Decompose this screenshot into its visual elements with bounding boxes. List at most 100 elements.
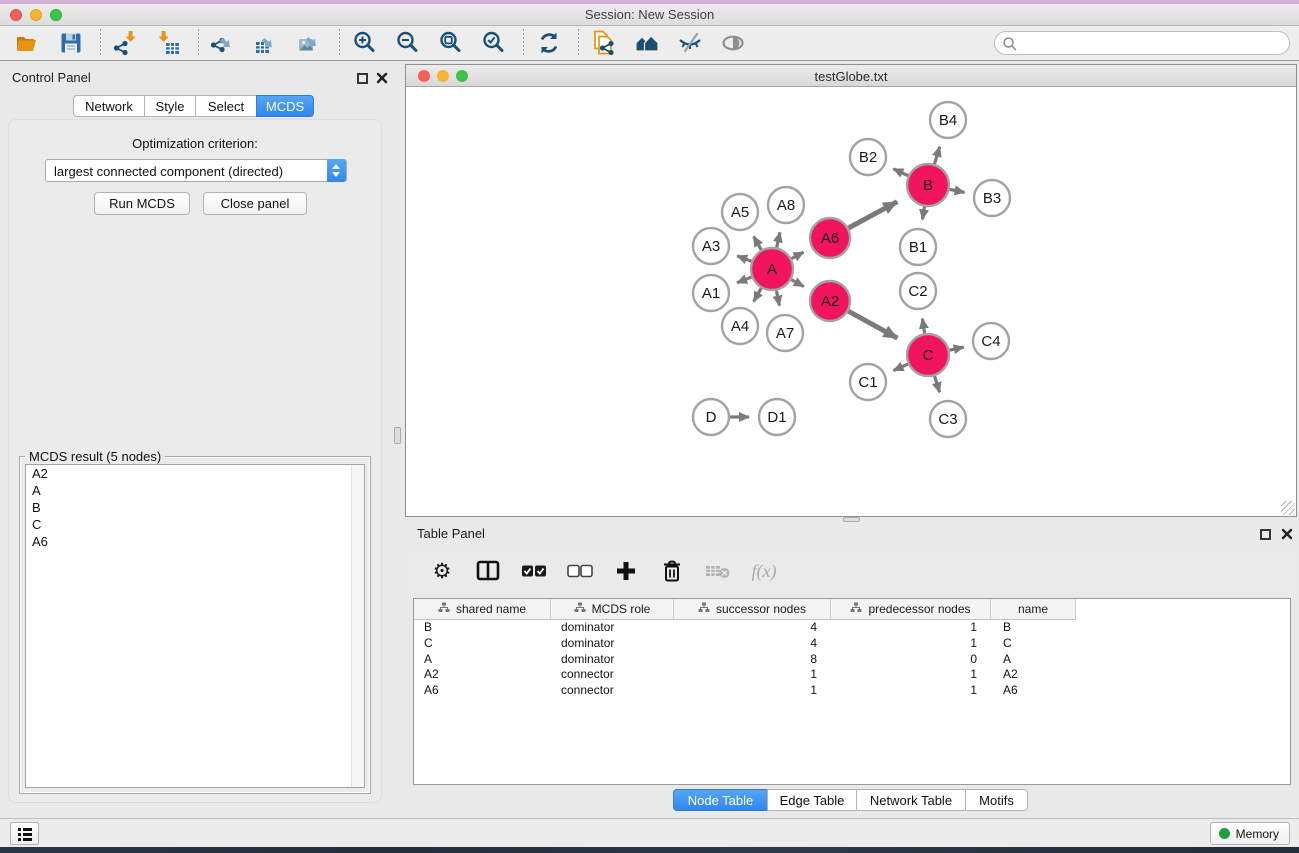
graph-node-A4[interactable]: A4: [722, 308, 758, 344]
graph-node-B[interactable]: B: [907, 164, 949, 206]
table-cell[interactable]: 4: [674, 620, 831, 636]
table-cell[interactable]: connector: [551, 667, 674, 683]
table-row[interactable]: A6connector11A6: [414, 683, 1290, 699]
import-table-icon[interactable]: [153, 28, 185, 58]
search-input[interactable]: [1021, 33, 1281, 53]
tab-mcds[interactable]: MCDS: [256, 95, 314, 117]
table-cell[interactable]: 1: [831, 636, 991, 652]
search-field[interactable]: [994, 31, 1290, 55]
tab-network-table[interactable]: Network Table: [856, 789, 966, 811]
table-cell[interactable]: A2: [991, 667, 1076, 683]
zoom-out-icon[interactable]: [392, 28, 424, 58]
edge-A-A7[interactable]: [776, 291, 779, 306]
edge-C-C4[interactable]: [949, 347, 963, 350]
edge-A-A4[interactable]: [754, 288, 762, 301]
run-mcds-button[interactable]: Run MCDS: [94, 192, 190, 215]
tab-node-table[interactable]: Node Table: [673, 789, 768, 811]
column-header-MCDS-role[interactable]: MCDS role: [551, 599, 674, 620]
table-panel-close-icon[interactable]: [1281, 528, 1293, 540]
table-cell[interactable]: A6: [414, 683, 551, 699]
table-panel-float-icon[interactable]: [1260, 529, 1271, 540]
graph-node-C1[interactable]: C1: [850, 364, 886, 400]
table-cell[interactable]: 1: [831, 683, 991, 699]
edge-B-B2[interactable]: [893, 169, 908, 176]
table-cell[interactable]: connector: [551, 683, 674, 699]
gear-icon[interactable]: ⚙: [427, 557, 457, 585]
table-cell[interactable]: 1: [831, 667, 991, 683]
window-resize-grip[interactable]: [1281, 501, 1295, 515]
table-row[interactable]: Cdominator41C: [414, 636, 1290, 652]
split-view-icon[interactable]: [473, 557, 503, 585]
graph-node-A8[interactable]: A8: [768, 187, 804, 223]
table-cell[interactable]: dominator: [551, 620, 674, 636]
column-header-shared-name[interactable]: shared name: [414, 599, 551, 620]
edge-A-A6[interactable]: [791, 252, 803, 258]
table-cell[interactable]: dominator: [551, 636, 674, 652]
show-eye-icon[interactable]: [717, 28, 749, 58]
select-all-icon[interactable]: [519, 557, 549, 585]
result-list-item[interactable]: B: [26, 499, 364, 516]
graph-node-A5[interactable]: A5: [722, 194, 758, 230]
edge-B-B1[interactable]: [922, 207, 924, 220]
control-panel-float-icon[interactable]: [357, 73, 368, 84]
graph-node-B3[interactable]: B3: [974, 180, 1010, 216]
zoom-in-icon[interactable]: [349, 28, 381, 58]
table-row[interactable]: A2connector11A2: [414, 667, 1290, 683]
graph-node-C[interactable]: C: [907, 334, 949, 376]
column-header-successor-nodes[interactable]: successor nodes: [674, 599, 831, 620]
table-cell[interactable]: B: [991, 620, 1076, 636]
edge-A-A3[interactable]: [737, 256, 751, 261]
edge-B-B3[interactable]: [950, 189, 965, 192]
column-header-predecessor-nodes[interactable]: predecessor nodes: [831, 599, 991, 620]
table-cell[interactable]: A: [991, 652, 1076, 668]
zoom-selected-icon[interactable]: [478, 28, 510, 58]
graph-node-C3[interactable]: C3: [930, 401, 966, 437]
edge-C-C1[interactable]: [894, 364, 908, 370]
edge-C-C2[interactable]: [922, 319, 924, 334]
table-cell[interactable]: dominator: [551, 652, 674, 668]
graph-node-B4[interactable]: B4: [930, 102, 966, 138]
memory-button[interactable]: Memory: [1210, 822, 1290, 845]
import-network-icon[interactable]: [110, 28, 142, 58]
graph-node-D1[interactable]: D1: [759, 399, 795, 435]
network-canvas[interactable]: B4B2BB3A5A8A6A3B1AA1C2A2A4A7CC4C1C3DD1: [406, 87, 1296, 516]
graph-node-A[interactable]: A: [751, 248, 793, 290]
tab-style[interactable]: Style: [144, 95, 196, 117]
result-list-item[interactable]: A: [26, 482, 364, 499]
export-network-icon[interactable]: [208, 28, 240, 58]
result-scrollbar[interactable]: [351, 465, 364, 787]
graph-node-A7[interactable]: A7: [767, 315, 803, 351]
edge-C-C3[interactable]: [935, 376, 940, 392]
graph-node-C2[interactable]: C2: [900, 273, 936, 309]
export-image-icon[interactable]: [294, 28, 326, 58]
tab-network[interactable]: Network: [73, 95, 145, 117]
graph-node-B1[interactable]: B1: [900, 229, 936, 265]
open-file-icon[interactable]: [12, 28, 44, 58]
graph-node-A2[interactable]: A2: [810, 281, 850, 321]
table-cell[interactable]: C: [991, 636, 1076, 652]
save-session-icon[interactable]: [55, 28, 87, 58]
hide-selected-icon[interactable]: [674, 28, 706, 58]
table-cell[interactable]: A: [414, 652, 551, 668]
edge-B-B4[interactable]: [934, 147, 939, 164]
graph-node-B2[interactable]: B2: [850, 139, 886, 175]
table-cell[interactable]: 4: [674, 636, 831, 652]
edge-A-A1[interactable]: [737, 277, 751, 283]
table-cell[interactable]: 1: [674, 683, 831, 699]
graph-node-C4[interactable]: C4: [973, 323, 1009, 359]
graph-node-D[interactable]: D: [693, 399, 729, 435]
home-icon[interactable]: [631, 28, 663, 58]
control-panel-close-icon[interactable]: [376, 72, 388, 84]
table-cell[interactable]: 8: [674, 652, 831, 668]
export-table-icon[interactable]: [251, 28, 283, 58]
table-row[interactable]: Adominator80A: [414, 652, 1290, 668]
vertical-split-handle[interactable]: [394, 427, 401, 444]
graph-node-A6[interactable]: A6: [810, 218, 850, 258]
result-list-item[interactable]: C: [26, 516, 364, 533]
table-cell[interactable]: 1: [674, 667, 831, 683]
table-cell[interactable]: 1: [831, 620, 991, 636]
refresh-icon[interactable]: [533, 28, 565, 58]
edge-A-A8[interactable]: [777, 232, 780, 247]
result-list-item[interactable]: A2: [26, 465, 364, 482]
edge-A-A2[interactable]: [791, 280, 803, 287]
